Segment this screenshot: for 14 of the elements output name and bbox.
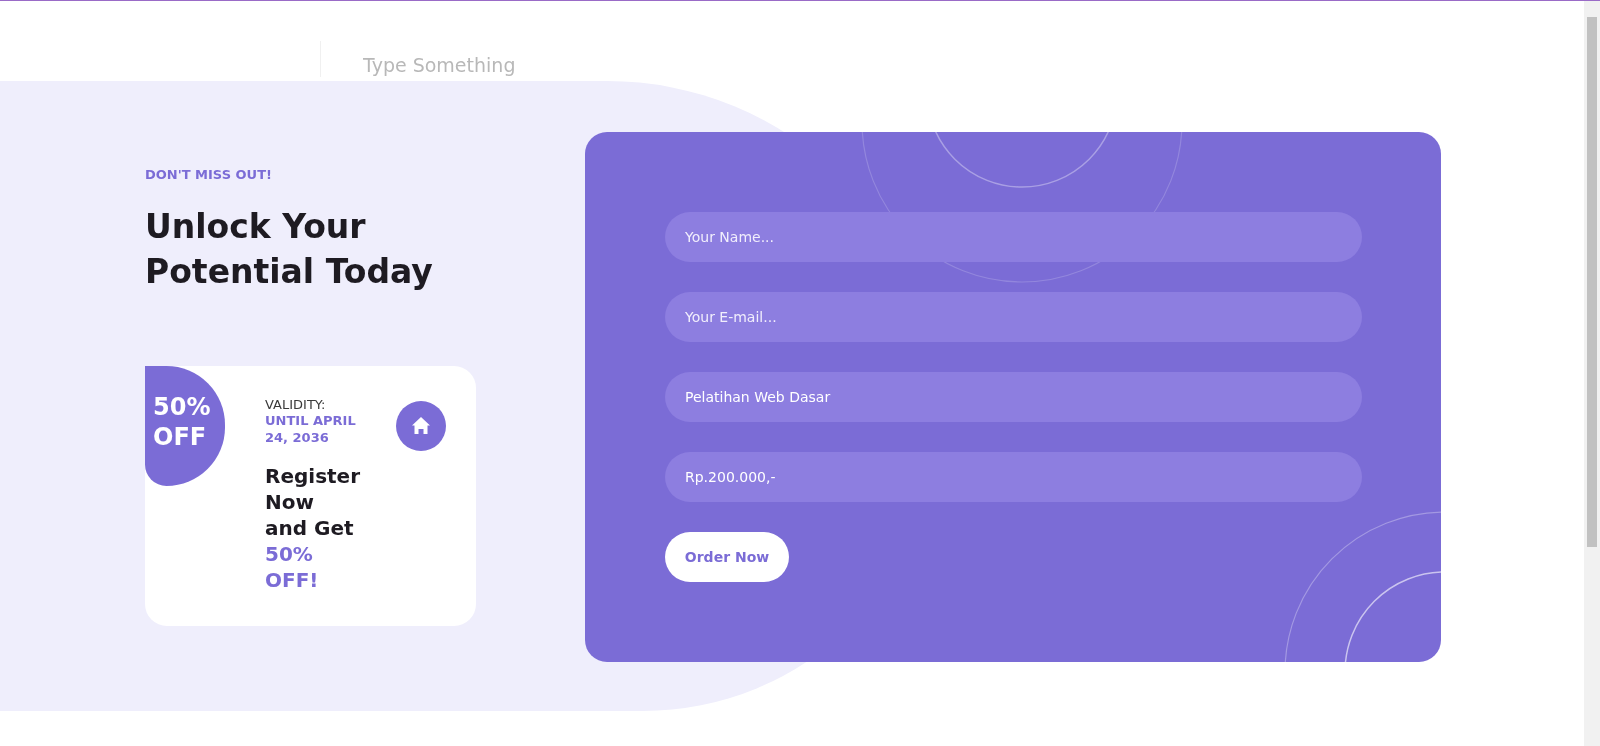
validity-date: UNTIL APRIL 24, 2036 — [265, 412, 357, 446]
text-field[interactable]: Your E-mail... — [665, 292, 1362, 342]
validity-label: VALIDITY: — [265, 397, 327, 412]
order-button[interactable]: Order Now — [665, 532, 789, 582]
home-icon — [396, 401, 446, 451]
scrollbar[interactable] — [1584, 1, 1600, 746]
eyebrow-text: DON'T MISS OUT! — [145, 167, 273, 182]
promo-heading: Unlock Your Potential Today — [145, 206, 434, 293]
text-field[interactable]: Rp.200.000,- — [665, 452, 1362, 502]
discount-badge: 50% OFF — [145, 366, 225, 486]
text-field[interactable]: Your Name... — [665, 212, 1362, 262]
offer-text: Register Now and Get 50% OFF! — [265, 463, 361, 593]
search-field[interactable]: Type Something — [361, 53, 565, 77]
text-field[interactable]: Pelatihan Web Dasar — [665, 372, 1362, 422]
